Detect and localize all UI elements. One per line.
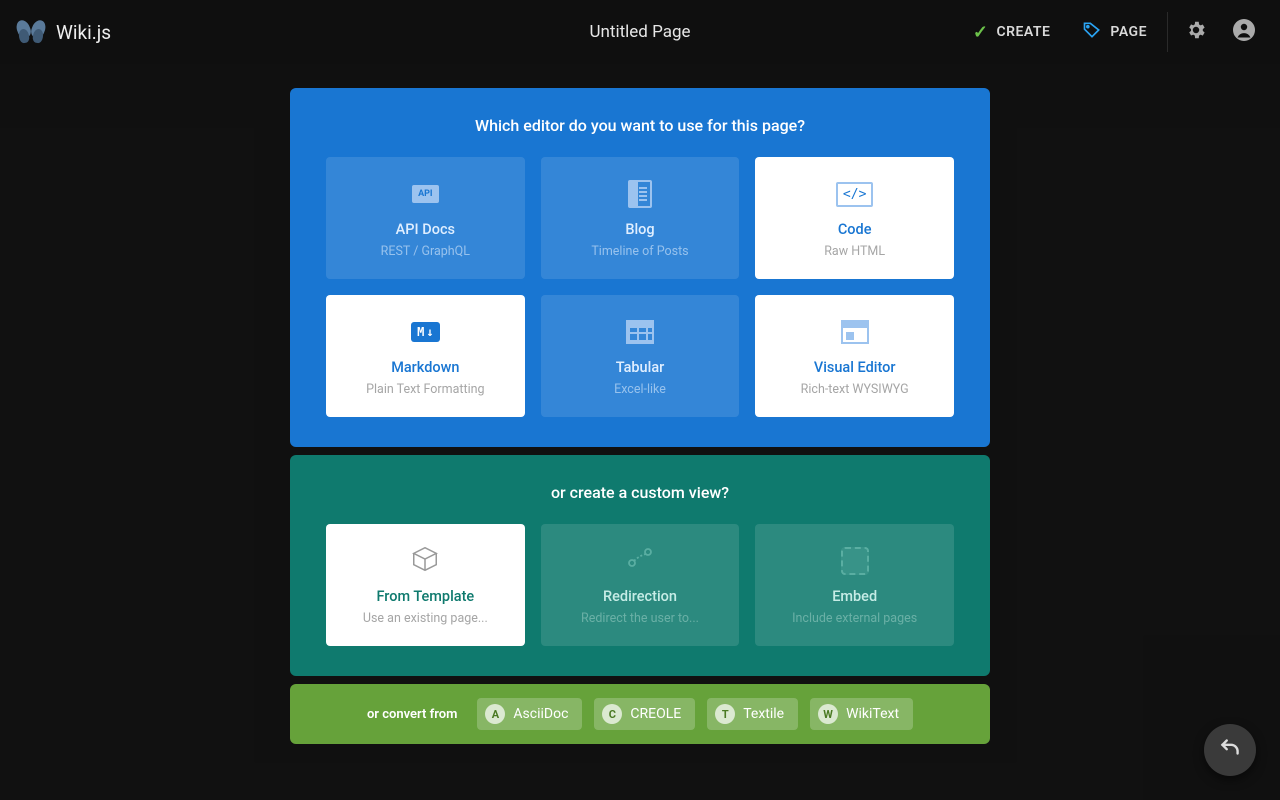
card-from-template[interactable]: From Template Use an existing page... bbox=[326, 524, 525, 646]
card-subtitle: Include external pages bbox=[792, 611, 917, 626]
convert-badge-icon: C bbox=[602, 704, 622, 724]
undo-fab[interactable] bbox=[1204, 724, 1256, 776]
card-subtitle: Plain Text Formatting bbox=[366, 382, 484, 397]
card-title: Tabular bbox=[616, 359, 665, 376]
card-title: API Docs bbox=[396, 221, 455, 238]
toolbar-right: ✓ CREATE PAGE bbox=[957, 0, 1268, 64]
page-title: Untitled Page bbox=[589, 22, 690, 42]
card-title: Visual Editor bbox=[814, 359, 896, 376]
card-blog[interactable]: Blog Timeline of Posts bbox=[541, 157, 740, 279]
api-icon: API bbox=[412, 177, 438, 211]
convert-chip-label: WikiText bbox=[846, 706, 899, 722]
convert-badge-icon: W bbox=[818, 704, 838, 724]
page-button[interactable]: PAGE bbox=[1066, 0, 1163, 64]
table-icon bbox=[626, 315, 654, 349]
toolbar-divider bbox=[1167, 12, 1168, 52]
convert-wikitext[interactable]: W WikiText bbox=[810, 698, 913, 730]
wikijs-logo-icon bbox=[16, 17, 46, 47]
code-icon: </> bbox=[836, 177, 873, 211]
card-code[interactable]: </> Code Raw HTML bbox=[755, 157, 954, 279]
check-icon: ✓ bbox=[973, 22, 989, 43]
editor-section: Which editor do you want to use for this… bbox=[290, 88, 990, 447]
create-button[interactable]: ✓ CREATE bbox=[957, 0, 1067, 64]
card-title: From Template bbox=[376, 588, 474, 605]
card-subtitle: Rich-text WYSIWYG bbox=[801, 382, 909, 397]
convert-label: or convert from bbox=[367, 707, 457, 722]
card-title: Embed bbox=[832, 588, 877, 605]
app-toolbar: Wiki.js Untitled Page ✓ CREATE PAGE bbox=[0, 0, 1280, 64]
convert-section: or convert from A AsciiDoc C CREOLE T Textile… bbox=[290, 684, 990, 744]
convert-chip-label: AsciiDoc bbox=[513, 706, 568, 722]
editor-prompt: Which editor do you want to use for this… bbox=[326, 116, 954, 135]
card-title: Blog bbox=[625, 221, 654, 238]
convert-textile[interactable]: T Textile bbox=[707, 698, 798, 730]
card-subtitle: Raw HTML bbox=[824, 244, 885, 259]
card-visual-editor[interactable]: Visual Editor Rich-text WYSIWYG bbox=[755, 295, 954, 417]
undo-icon bbox=[1217, 734, 1243, 766]
account-button[interactable] bbox=[1220, 0, 1268, 64]
card-subtitle: Excel-like bbox=[614, 382, 666, 397]
convert-creole[interactable]: C CREOLE bbox=[594, 698, 695, 730]
brand-name: Wiki.js bbox=[56, 21, 111, 44]
ve-icon bbox=[841, 315, 869, 349]
card-api-docs[interactable]: API API Docs REST / GraphQL bbox=[326, 157, 525, 279]
editor-select-modal: Which editor do you want to use for this… bbox=[290, 88, 990, 744]
card-title: Code bbox=[838, 221, 872, 238]
card-subtitle: Redirect the user to... bbox=[581, 611, 699, 626]
card-embed[interactable]: Embed Include external pages bbox=[755, 524, 954, 646]
page-label: PAGE bbox=[1110, 24, 1147, 40]
custom-prompt: or create a custom view? bbox=[326, 483, 954, 502]
tmpl-icon bbox=[410, 544, 440, 578]
brand[interactable]: Wiki.js bbox=[16, 17, 111, 47]
redir-icon bbox=[623, 544, 657, 578]
create-label: CREATE bbox=[996, 24, 1050, 40]
account-icon bbox=[1232, 18, 1256, 46]
card-markdown[interactable]: M Markdown Plain Text Formatting bbox=[326, 295, 525, 417]
card-title: Redirection bbox=[603, 588, 677, 605]
card-subtitle: REST / GraphQL bbox=[381, 244, 470, 259]
settings-button[interactable] bbox=[1172, 0, 1220, 64]
convert-badge-icon: T bbox=[715, 704, 735, 724]
convert-chip-label: CREOLE bbox=[630, 706, 681, 722]
custom-view-section: or create a custom view? From Template Us… bbox=[290, 455, 990, 676]
gear-icon bbox=[1185, 19, 1207, 45]
card-tabular[interactable]: Tabular Excel-like bbox=[541, 295, 740, 417]
convert-badge-icon: A bbox=[485, 704, 505, 724]
card-redirection[interactable]: Redirection Redirect the user to... bbox=[541, 524, 740, 646]
embed-icon bbox=[841, 544, 869, 578]
convert-chip-label: Textile bbox=[743, 706, 784, 722]
card-subtitle: Use an existing page... bbox=[363, 611, 488, 626]
card-title: Markdown bbox=[391, 359, 459, 376]
card-subtitle: Timeline of Posts bbox=[591, 244, 688, 259]
convert-asciidoc[interactable]: A AsciiDoc bbox=[477, 698, 582, 730]
blog-icon bbox=[628, 177, 652, 211]
tag-icon bbox=[1082, 20, 1102, 44]
md-icon: M bbox=[411, 315, 439, 349]
